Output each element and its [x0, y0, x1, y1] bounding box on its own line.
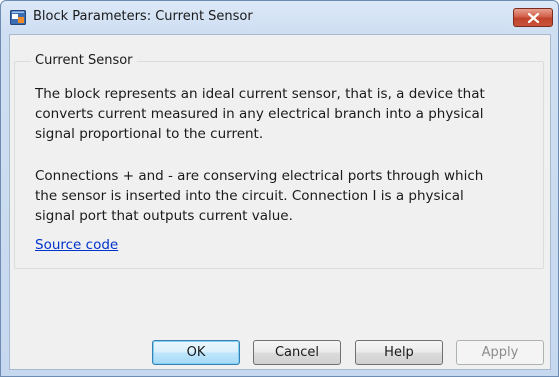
- description-line: Connections + and - are conserving elect…: [35, 168, 484, 184]
- description-line: The block represents an ideal current se…: [35, 86, 485, 102]
- help-button[interactable]: Help: [355, 340, 443, 365]
- close-button[interactable]: [513, 8, 553, 27]
- description-line: converts current measured in any electri…: [35, 106, 484, 122]
- description-paragraph-1: The block represents an ideal current se…: [35, 84, 535, 144]
- window-title: Block Parameters: Current Sensor: [33, 9, 253, 24]
- cancel-button[interactable]: Cancel: [253, 340, 341, 365]
- source-code-link[interactable]: Source code: [35, 237, 118, 253]
- description-paragraph-2: Connections + and - are conserving elect…: [35, 166, 535, 226]
- close-icon: [527, 13, 540, 23]
- description-line: signal port that outputs current value.: [35, 208, 293, 224]
- simulink-block-icon: [10, 10, 26, 25]
- apply-button[interactable]: Apply: [456, 340, 544, 365]
- description-line: the sensor is inserted into the circuit.…: [35, 188, 464, 204]
- title-bar[interactable]: Block Parameters: Current Sensor: [1, 1, 558, 33]
- groupbox-title: Current Sensor: [31, 53, 137, 68]
- description-line: signal proportional to the current.: [35, 126, 264, 142]
- ok-button[interactable]: OK: [152, 340, 240, 365]
